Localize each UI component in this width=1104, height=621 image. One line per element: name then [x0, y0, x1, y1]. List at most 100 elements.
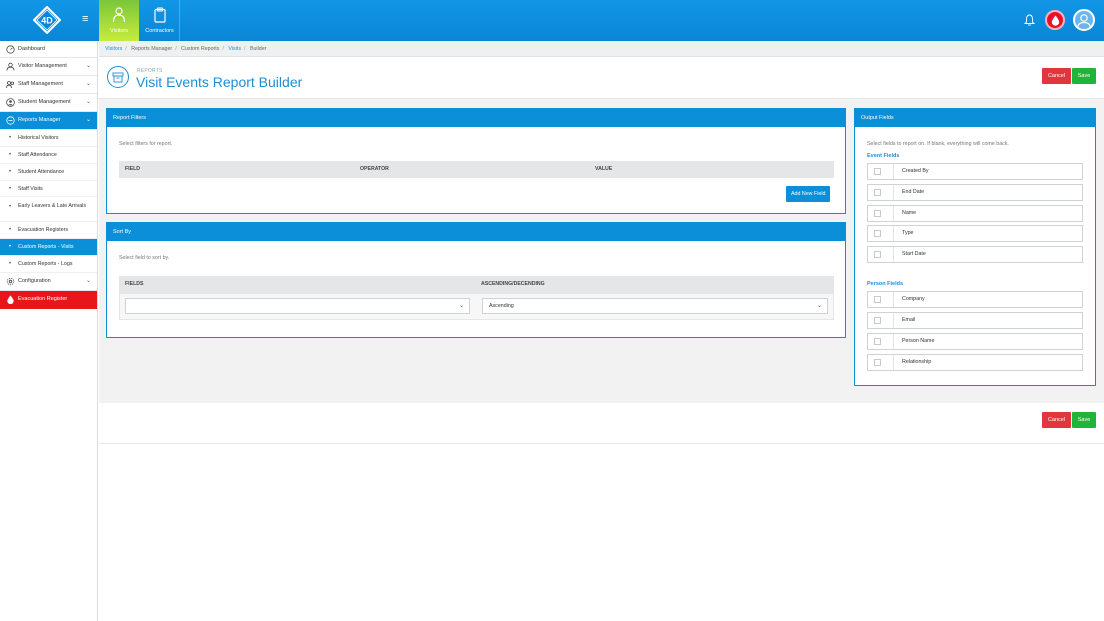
sidebar: Dashboard Visitor Management ⌄ Staff Man… — [0, 41, 98, 621]
sidebar-subitem-label: Staff Attendance — [18, 152, 57, 158]
logo-4d[interactable]: 4D — [32, 5, 62, 35]
reports-icon — [6, 116, 15, 125]
sidebar-item-label: Reports Manager — [18, 117, 61, 123]
breadcrumb-visitors[interactable]: Visitors — [105, 46, 122, 52]
sidebar-subitem-historical-visitors[interactable]: • Historical Visitors — [0, 130, 97, 147]
chevron-up-icon: ⌄ — [85, 117, 91, 123]
checkbox[interactable] — [874, 168, 881, 175]
sidebar-item-visitor-management[interactable]: Visitor Management ⌄ — [0, 58, 97, 76]
staff-icon — [6, 81, 14, 89]
footer-save-button[interactable]: Save — [1072, 412, 1096, 428]
output-field-label: Name — [902, 210, 917, 216]
sidebar-item-student-management[interactable]: Student Management ⌄ — [0, 94, 97, 112]
tab-contractors-label: Contractors — [145, 28, 174, 34]
sort-table-header: FIELDS ASCENDING/DECENDING — [119, 276, 834, 294]
sidebar-subitem-early-leavers[interactable]: • Early Leavers & Late Arrivals — [0, 197, 97, 222]
sort-order-value: Ascending — [489, 303, 514, 309]
checkbox[interactable] — [874, 317, 881, 324]
sidebar-item-reports-manager[interactable]: Reports Manager ⌄ — [0, 112, 97, 130]
breadcrumb-custom-reports: Custom Reports — [181, 46, 220, 52]
visitor-icon — [112, 7, 126, 23]
tab-visitors[interactable]: Visitors — [99, 0, 139, 41]
sidebar-item-staff-management[interactable]: Staff Management ⌄ — [0, 76, 97, 94]
output-field-type[interactable]: Type — [867, 225, 1083, 242]
breadcrumb-visits[interactable]: Visits — [228, 46, 241, 52]
chevron-down-icon: ⌄ — [816, 303, 822, 309]
bullet-icon: • — [9, 227, 12, 233]
sidebar-subitem-label: Student Attendance — [18, 169, 65, 175]
clipboard-icon — [154, 7, 166, 23]
bullet-icon: • — [9, 244, 12, 250]
output-field-start-date[interactable]: Start Date — [867, 246, 1083, 263]
sidebar-subitem-custom-reports-logs[interactable]: • Custom Reports - Logs — [0, 256, 97, 273]
checkbox[interactable] — [874, 189, 881, 196]
footer-cancel-button[interactable]: Cancel — [1042, 412, 1071, 428]
bullet-icon: • — [9, 169, 12, 175]
dashboard-icon — [6, 45, 15, 54]
user-avatar[interactable] — [1073, 9, 1095, 31]
breadcrumb-reports-manager: Reports Manager — [131, 46, 173, 52]
student-icon — [6, 98, 15, 107]
checkbox[interactable] — [874, 251, 881, 258]
sidebar-item-label: Staff Management — [18, 81, 63, 87]
column-field: FIELD — [125, 166, 140, 172]
add-new-field-button[interactable]: Add New Field — [786, 186, 831, 202]
user-icon — [1077, 14, 1091, 29]
sidebar-subitem-label: Custom Reports - Logs — [18, 261, 73, 267]
report-icon — [107, 66, 129, 88]
bell-icon[interactable] — [1023, 14, 1036, 28]
sidebar-item-label: Student Management — [18, 99, 71, 105]
sidebar-subitem-staff-attendance[interactable]: • Staff Attendance — [0, 147, 97, 164]
sidebar-item-configuration[interactable]: Configuration ⌄ — [0, 273, 97, 291]
checkbox[interactable] — [874, 359, 881, 366]
output-fields-title: Output Fields — [855, 109, 1095, 127]
visitor-icon — [6, 62, 15, 71]
tab-visitors-label: Visitors — [110, 28, 128, 34]
output-field-label: Relationship — [902, 359, 932, 365]
sort-order-select[interactable]: Ascending ⌄ — [482, 298, 828, 314]
checkbox[interactable] — [874, 230, 881, 237]
output-field-email[interactable]: Email — [867, 312, 1083, 329]
sidebar-subitem-label: Historical Visitors — [18, 135, 59, 141]
save-button[interactable]: Save — [1072, 68, 1096, 84]
sidebar-subitem-label: Early Leavers & Late Arrivals — [18, 203, 87, 209]
chevron-down-icon: ⌄ — [85, 278, 91, 284]
bullet-icon: • — [9, 186, 12, 192]
output-fields-hint: Select fields to report on. If blank, ev… — [867, 141, 1009, 147]
output-field-person-name[interactable]: Person Name — [867, 333, 1083, 350]
output-field-created-by[interactable]: Created By — [867, 163, 1083, 180]
sort-by-panel: Sort By Select field to sort by. FIELDS … — [106, 222, 846, 338]
sidebar-item-dashboard[interactable]: Dashboard — [0, 41, 97, 58]
sidebar-subitem-staff-visits[interactable]: • Staff Visits — [0, 181, 97, 197]
output-field-name[interactable]: Name — [867, 205, 1083, 222]
output-field-company[interactable]: Company — [867, 291, 1083, 308]
evacuation-alert-button[interactable] — [1045, 10, 1065, 30]
report-filters-hint: Select filters for report. — [119, 141, 173, 147]
checkbox[interactable] — [874, 338, 881, 345]
cancel-button[interactable]: Cancel — [1042, 68, 1071, 84]
sidebar-subitem-evacuation-registers[interactable]: • Evacuation Registers — [0, 222, 97, 239]
tab-contractors[interactable]: Contractors — [140, 0, 180, 41]
output-field-end-date[interactable]: End Date — [867, 184, 1083, 201]
sidebar-subitem-student-attendance[interactable]: • Student Attendance — [0, 164, 97, 181]
output-field-label: End Date — [902, 189, 925, 195]
bullet-icon: • — [9, 135, 12, 141]
chevron-down-icon: ⌄ — [85, 99, 91, 105]
output-field-relationship[interactable]: Relationship — [867, 354, 1083, 371]
checkbox[interactable] — [874, 296, 881, 303]
page-header: REPORTS Visit Events Report Builder Canc… — [99, 57, 1104, 99]
sidebar-item-evacuation-register[interactable]: Evacuation Register — [0, 291, 97, 309]
output-fields-panel: Output Fields Select fields to report on… — [854, 108, 1096, 386]
chevron-down-icon: ⌄ — [85, 81, 91, 87]
sidebar-subitem-custom-reports-visits[interactable]: • Custom Reports - Visits — [0, 239, 97, 256]
chevron-down-icon: ⌄ — [458, 303, 464, 309]
bullet-icon: • — [9, 261, 12, 267]
sidebar-item-label: Visitor Management — [18, 63, 67, 69]
column-operator: OPERATOR — [360, 166, 389, 172]
menu-icon[interactable]: ≡ — [82, 14, 88, 25]
sort-field-select[interactable]: ⌄ — [125, 298, 470, 314]
event-fields-title: Event Fields — [867, 153, 900, 159]
chevron-down-icon: ⌄ — [85, 63, 91, 69]
logo-text: 4D — [41, 16, 53, 26]
checkbox[interactable] — [874, 210, 881, 217]
